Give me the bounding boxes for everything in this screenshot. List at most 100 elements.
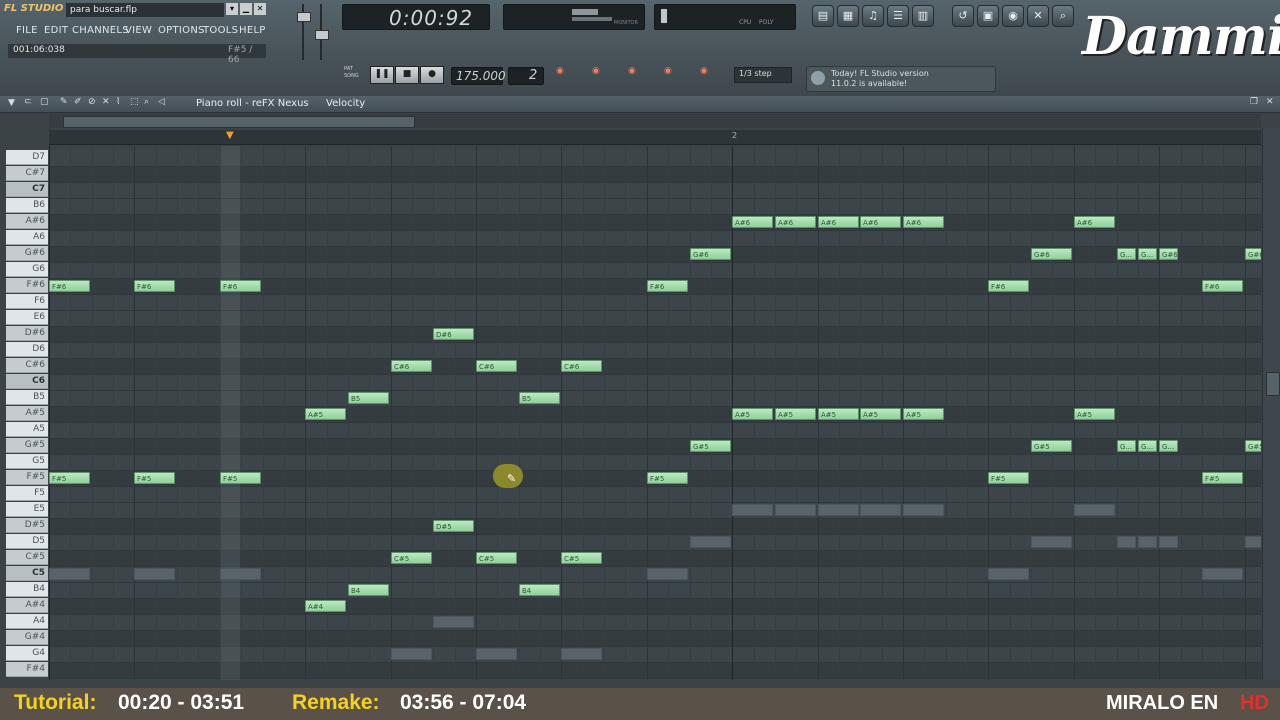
note[interactable]: G#6	[1031, 248, 1072, 260]
menu-help[interactable]: HELP	[239, 25, 266, 36]
mute-tool-icon[interactable]: ✕	[102, 97, 110, 107]
save-icon[interactable]: ▣	[977, 5, 999, 27]
piano-key[interactable]: D6	[6, 342, 48, 357]
note[interactable]: C#5	[561, 552, 602, 564]
note[interactable]: G#5	[1245, 440, 1261, 452]
select-tool-icon[interactable]: ⬚	[130, 97, 139, 107]
piano-key[interactable]: B4	[6, 582, 48, 597]
piano-key[interactable]: C5	[6, 566, 48, 581]
note[interactable]: D#5	[433, 520, 474, 532]
slice-tool-icon[interactable]: ⌇	[116, 97, 120, 107]
note[interactable]: A#5	[903, 408, 944, 420]
search-icon[interactable]: ⌕	[1052, 5, 1074, 27]
piano-key[interactable]: A#6	[6, 214, 48, 229]
piano-key[interactable]: A#4	[6, 598, 48, 613]
note[interactable]: B4	[348, 584, 389, 596]
piano-key[interactable]: A5	[6, 422, 48, 437]
menu-edit[interactable]: EDIT	[44, 25, 68, 36]
mixer-icon[interactable]: ▥	[912, 5, 934, 27]
delete-tool-icon[interactable]: ⊘	[88, 97, 96, 107]
menu-channels[interactable]: CHANNELS	[72, 25, 129, 36]
undo-icon[interactable]: ↺	[952, 5, 974, 27]
metronome-icon[interactable]: ◉	[556, 66, 564, 76]
piano-key[interactable]: F#6	[6, 278, 48, 293]
piano-roll-title[interactable]: Piano roll - reFX Nexus	[196, 98, 309, 109]
note[interactable]: A#6	[732, 216, 773, 228]
draw-tool-icon[interactable]: ✎	[60, 97, 68, 107]
menu-options[interactable]: OPTIONS	[158, 25, 205, 36]
piano-key[interactable]: G#6	[6, 246, 48, 261]
loop-icon[interactable]: ◉	[664, 66, 672, 76]
piano-key[interactable]: G4	[6, 646, 48, 661]
snap-selector[interactable]: 1/3 step	[734, 67, 792, 83]
note[interactable]: G#5	[1031, 440, 1072, 452]
piano-key[interactable]: G#5	[6, 438, 48, 453]
note[interactable]: F#5	[49, 472, 90, 484]
note[interactable]: A#6	[775, 216, 816, 228]
note[interactable]: B5	[348, 392, 389, 404]
note[interactable]: A#5	[1074, 408, 1115, 420]
note[interactable]: F#6	[220, 280, 261, 292]
render-icon[interactable]: ◉	[1002, 5, 1024, 27]
timeline-ruler[interactable]: ▼ 2	[49, 130, 1261, 145]
note[interactable]: A#5	[860, 408, 901, 420]
note[interactable]: G#6	[1159, 248, 1178, 260]
piano-key[interactable]: G5	[6, 454, 48, 469]
note[interactable]: G...	[1138, 248, 1157, 260]
note[interactable]: G...	[1159, 440, 1178, 452]
note[interactable]: F#5	[988, 472, 1029, 484]
stop-button[interactable]: ■	[395, 66, 419, 84]
note[interactable]: F#6	[988, 280, 1029, 292]
master-volume-slider[interactable]	[296, 4, 311, 60]
piano-key[interactable]: A#5	[6, 406, 48, 421]
note[interactable]: F#5	[1202, 472, 1243, 484]
note[interactable]: C#5	[476, 552, 517, 564]
piano-key[interactable]: G#4	[6, 630, 48, 645]
note[interactable]: G#5	[690, 440, 731, 452]
close-icon[interactable]: ✕	[254, 3, 266, 15]
note[interactable]: A#5	[732, 408, 773, 420]
pause-button[interactable]: ❚❚	[370, 66, 394, 84]
piano-key[interactable]: D#6	[6, 326, 48, 341]
menu-view[interactable]: VIEW	[125, 25, 152, 36]
vertical-scrollbar[interactable]	[1262, 128, 1280, 680]
note[interactable]: A#6	[903, 216, 944, 228]
menu-arrow-icon[interactable]: ▾	[226, 3, 238, 15]
note[interactable]: F#6	[647, 280, 688, 292]
maximize-icon[interactable]: ❐	[1250, 97, 1258, 107]
record-options[interactable]: ◉ ◉ ◉ ◉ ◉	[556, 66, 726, 92]
note-grid[interactable]: A#6A#6A#6A#6A#6A#6G#6G#6G...G...G#6G#6F#…	[49, 146, 1261, 680]
wait-icon[interactable]: ◉	[592, 66, 600, 76]
note[interactable]: C#6	[476, 360, 517, 372]
piano-key[interactable]: C6	[6, 374, 48, 389]
note[interactable]: G...	[1117, 440, 1136, 452]
note[interactable]: G#6	[690, 248, 731, 260]
news-panel[interactable]: Today! FL Studio version 11.0.2 is avail…	[806, 66, 996, 92]
playlist-icon[interactable]: ▤	[812, 5, 834, 27]
piano-key[interactable]: C#6	[6, 358, 48, 373]
minimize-icon[interactable]: ▁	[240, 3, 252, 15]
note[interactable]: F#5	[134, 472, 175, 484]
tempo-display[interactable]: 175.000	[451, 67, 506, 85]
blend-icon[interactable]: ◉	[628, 66, 636, 76]
magnet-icon[interactable]: ⊂	[24, 97, 32, 107]
piano-key[interactable]: B5	[6, 390, 48, 405]
note[interactable]: G...	[1138, 440, 1157, 452]
note[interactable]: G...	[1117, 248, 1136, 260]
note[interactable]: C#6	[561, 360, 602, 372]
note[interactable]: A#6	[818, 216, 859, 228]
piano-keyboard[interactable]: D7 C#7 C7 B6 A#6 A6 G#6 G6 F#6 F6 E6 D#6 D6 C#6 C6 B5 A#…	[6, 146, 48, 680]
piano-roll-icon[interactable]: ♫	[862, 5, 884, 27]
piano-key[interactable]: D#5	[6, 518, 48, 533]
piano-key[interactable]: D5	[6, 534, 48, 549]
note[interactable]: F#6	[134, 280, 175, 292]
fl-logo[interactable]: FL STUDIO	[4, 3, 64, 17]
piano-key[interactable]: C#7	[6, 166, 48, 181]
piano-key[interactable]: C#5	[6, 550, 48, 565]
note[interactable]: A#6	[860, 216, 901, 228]
piano-key[interactable]: F6	[6, 294, 48, 309]
piano-key[interactable]: F5	[6, 486, 48, 501]
step-sequencer-icon[interactable]: ▦	[837, 5, 859, 27]
piano-key[interactable]: A4	[6, 614, 48, 629]
piano-key[interactable]: D7	[6, 150, 48, 165]
